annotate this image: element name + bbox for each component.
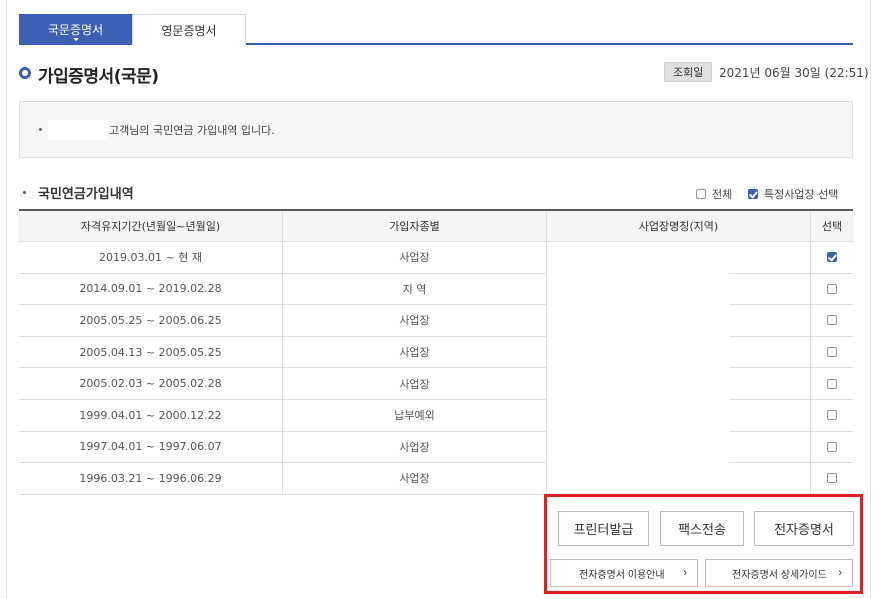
type-cell: 사업장 [283,242,547,273]
print-issue-button[interactable]: 프린터발급 [558,511,649,546]
type-cell: 사업장 [283,431,547,463]
redacted-name [48,120,108,140]
row-select-checkbox[interactable] [827,283,837,294]
bullet-icon [23,191,26,194]
period-cell: 2005.05.25 ~ 2005.06.25 [19,305,283,336]
fax-send-button[interactable]: 팩스전송 [660,511,744,546]
tab-label: 국문증명서 [47,23,104,37]
notice-message: 고객님의 국민연금 가입내역 입니다. [109,124,275,137]
select-specific-option[interactable]: 특정사업장 선택 [748,186,838,202]
type-cell: 사업장 [283,305,547,336]
select-cell [811,400,853,431]
period-cell: 2019.03.01 ~ 현 재 [19,242,283,273]
select-specific-checkbox[interactable] [748,189,758,199]
select-cell [811,337,853,368]
redacted-workplace-names [547,243,730,493]
row-select-checkbox[interactable] [827,315,837,326]
select-cell [811,274,853,305]
row-select-checkbox[interactable] [827,410,837,421]
section-title: 국민연금가입내역 [38,187,134,202]
e-certificate-guide-button[interactable]: 전자증명서 이용안내 › [550,559,698,587]
period-cell: 1996.03.21 ~ 1996.06.29 [19,463,283,494]
bullet-icon [39,128,42,131]
type-cell: 사업장 [283,368,547,399]
row-select-checkbox[interactable] [827,378,837,389]
type-cell: 납부예외 [283,399,547,431]
caret-down-icon [72,38,79,41]
row-select-checkbox[interactable] [827,473,837,484]
select-cell [811,463,853,494]
tab-english-certificate[interactable]: 영문증명서 [132,14,246,45]
detail-guide-label: 전자증명서 상세가이드 [732,569,827,581]
type-cell: 사업장 [283,463,547,494]
select-cell [811,432,853,463]
select-cell [811,242,853,273]
header-select: 선택 [821,220,843,233]
period-cell: 2005.02.03 ~ 2005.02.28 [19,368,283,399]
chevron-right-icon: › [838,567,842,579]
header-type: 가입자종별 [283,211,547,241]
row-select-checkbox[interactable] [827,252,837,263]
type-cell: 사업장 [283,336,547,368]
period-cell: 2014.09.01 ~ 2019.02.28 [19,273,283,305]
e-certificate-button[interactable]: 전자증명서 [754,511,854,546]
header-period: 자격유지기간(년월일~년월일) [19,211,283,241]
select-specific-label: 특정사업장 선택 [764,188,839,201]
table-header-row: 자격유지기간(년월일~년월일) 가입자종별 사업장명칭(지역) 선택 [19,211,853,242]
page-title: 가입증명서(국문) [38,67,159,87]
select-cell [811,368,853,399]
issue-actions-group: 프린터발급 팩스전송 전자증명서 전자증명서 이용안내 › 전자증명서 상세가이… [544,494,863,594]
e-certificate-detail-guide-button[interactable]: 전자증명서 상세가이드 › [705,559,853,587]
guide-label: 전자증명서 이용안내 [579,569,665,581]
tab-korean-certificate[interactable]: 국문증명서 [19,14,132,45]
period-cell: 1997.04.01 ~ 1997.06.07 [19,431,283,463]
chevron-right-icon: › [683,567,687,579]
notice-box: 고객님의 국민연금 가입내역 입니다. [19,101,853,158]
tab-label: 영문증명서 [161,23,217,38]
select-all-checkbox[interactable] [696,189,706,199]
period-cell: 1999.04.01 ~ 2000.12.22 [19,399,283,431]
circle-bullet-icon [19,67,31,79]
period-cell: 2005.04.13 ~ 2005.05.25 [19,336,283,368]
row-select-checkbox[interactable] [827,347,837,358]
row-select-checkbox[interactable] [827,441,837,452]
select-all-label: 전체 [712,188,733,201]
select-all-option[interactable]: 전체 [696,186,732,202]
certificate-tabs: 국문증명서 영문증명서 [19,14,853,45]
select-cell [811,305,853,336]
lookup-date: 2021년 06월 30일 (22:51) [719,66,869,80]
header-workplace: 사업장명칭(지역) [547,211,811,241]
type-cell: 지 역 [283,273,547,305]
lookup-date-badge: 조회일 [664,62,713,82]
